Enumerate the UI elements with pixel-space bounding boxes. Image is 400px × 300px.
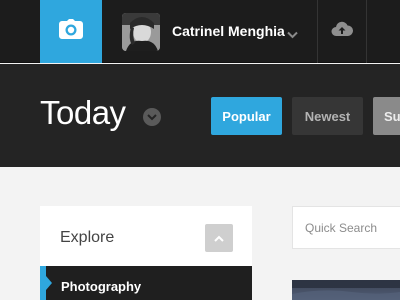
search-input[interactable]: [305, 207, 400, 248]
cloud-upload-icon: [331, 21, 354, 42]
chevron-down-icon: [147, 108, 157, 126]
user-name[interactable]: Catrinel Menghia: [172, 23, 285, 39]
tab-popular[interactable]: Popular: [211, 97, 282, 135]
explore-title: Explore: [60, 229, 115, 246]
search-box[interactable]: [292, 206, 400, 249]
collapse-button[interactable]: [205, 224, 233, 252]
sidebar-item-photography[interactable]: Photography: [40, 266, 252, 300]
camera-button[interactable]: [40, 0, 102, 63]
tab-newest[interactable]: Newest: [292, 97, 363, 135]
sidebar-item-label: Photography: [61, 279, 142, 294]
active-indicator-arrow: [46, 276, 52, 290]
title-menu-button[interactable]: [143, 108, 161, 126]
top-nav-bar: Catrinel Menghia: [0, 0, 400, 63]
chevron-up-icon: [214, 229, 224, 247]
user-menu[interactable]: Catrinel Menghia: [102, 0, 317, 63]
divider: [366, 0, 367, 63]
tab-partial[interactable]: Su: [373, 97, 400, 135]
camera-icon: [59, 19, 83, 44]
photo-thumbnail[interactable]: [292, 280, 400, 300]
upload-button[interactable]: [318, 0, 366, 63]
avatar[interactable]: [122, 13, 160, 51]
page-header: Today Popular Newest Su: [0, 64, 400, 167]
explore-panel: Explore: [40, 206, 252, 266]
page-title: Today: [40, 94, 126, 131]
chevron-down-icon[interactable]: [287, 26, 298, 44]
